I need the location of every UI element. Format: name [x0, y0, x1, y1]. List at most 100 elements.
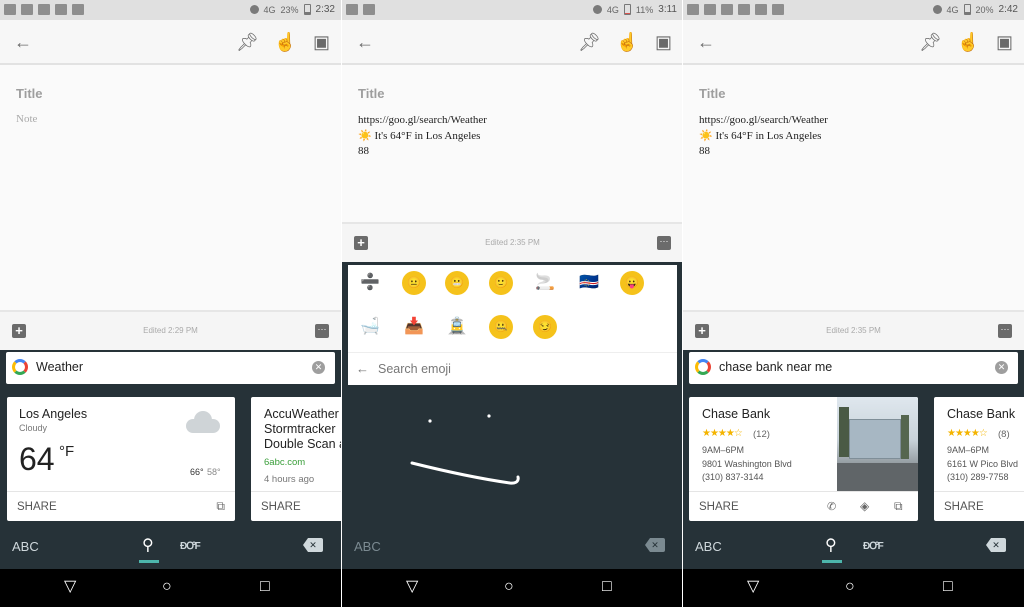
note-title-input[interactable]: Title	[358, 86, 385, 101]
edited-timestamp: Edited 2:29 PM	[143, 326, 198, 335]
reminder-icon[interactable]: ☝	[957, 32, 979, 52]
weather-temp: 64	[19, 441, 55, 477]
note-line-number: 88	[358, 145, 369, 157]
abc-button[interactable]: ABC	[695, 539, 722, 554]
abc-button[interactable]: ABC	[12, 539, 39, 554]
weather-condition: Cloudy	[19, 423, 48, 433]
handwriting-canvas[interactable]	[342, 387, 683, 527]
emoji-smirk[interactable]: 😏	[533, 315, 557, 339]
news-card[interactable]: AccuWeather Stormtracker Double Scan a 6…	[251, 397, 341, 521]
archive-icon[interactable]: ▣	[996, 32, 1013, 52]
recents-nav-icon[interactable]: □	[602, 578, 612, 596]
search-query[interactable]: chase bank near me	[719, 360, 832, 374]
bank-card[interactable]: Chase Bank ★★★★☆ (8) 9AM–6PM 6161 W Pico…	[934, 397, 1024, 521]
emoji-zipper-mouth[interactable]: 🤐	[489, 315, 513, 339]
back-nav-icon[interactable]: ▽	[406, 578, 418, 596]
home-nav-icon[interactable]: ○	[845, 578, 855, 596]
emoji-search-field[interactable]: ← Search emoji	[348, 352, 677, 385]
clock: 2:42	[998, 4, 1018, 15]
share-row: SHARE	[934, 491, 1024, 521]
pin-icon[interactable]: 📌︎	[236, 32, 259, 52]
emoji-tram[interactable]: 🚊	[445, 315, 469, 339]
emoji-tongue-out[interactable]: 😛	[620, 271, 644, 295]
back-arrow-icon[interactable]: ←	[14, 32, 32, 52]
hotspot-icon	[363, 4, 375, 15]
note-title-input[interactable]: Title	[16, 86, 43, 101]
emoji-inbox-tray[interactable]: 📥	[402, 315, 426, 339]
share-button[interactable]: SHARE	[699, 501, 739, 513]
emoji-divide[interactable]: ➗	[358, 271, 382, 295]
reminder-icon[interactable]: ☝	[274, 32, 296, 52]
note-bottom-bar: + Edited 2:35 PM ···	[342, 222, 683, 262]
emoji-bathtub[interactable]: 🛁	[358, 315, 382, 339]
google-search-box[interactable]: Weather ✕	[6, 352, 335, 384]
emoji-flag-cape-verde[interactable]: 🇨🇻	[577, 271, 601, 295]
home-nav-icon[interactable]: ○	[162, 578, 172, 596]
more-icon[interactable]: ···	[998, 324, 1012, 338]
archive-icon[interactable]: ▣	[655, 32, 672, 52]
phone-icon[interactable]: ✆	[827, 500, 836, 513]
back-arrow-icon[interactable]: ←	[697, 32, 715, 52]
clear-icon[interactable]: ✕	[995, 361, 1008, 374]
emoji-smoking[interactable]: 🚬	[533, 271, 557, 295]
note-body-input[interactable]: https://goo.gl/search/Weather ☀️ It's 64…	[358, 113, 487, 160]
weather-card[interactable]: Los Angeles Cloudy 64 °F 66° 58° SHARE ⧉	[7, 397, 235, 521]
recents-nav-icon[interactable]: □	[943, 578, 953, 596]
abc-button[interactable]: ABC	[354, 539, 381, 554]
reminder-icon[interactable]: ☝	[616, 32, 638, 52]
note-bottom-bar: + Edited 2:35 PM ···	[683, 310, 1024, 350]
back-arrow-icon[interactable]: ←	[356, 361, 369, 376]
bank-hours: 9AM–6PM	[702, 445, 745, 455]
review-count: (8)	[998, 429, 1010, 440]
emoji-gif-button[interactable]: ĐꝌF	[863, 538, 884, 552]
open-external-icon[interactable]: ⧉	[894, 499, 903, 514]
directions-icon[interactable]: ◈	[860, 499, 869, 513]
news-title-line1: AccuWeather	[264, 407, 339, 421]
share-button[interactable]: SHARE	[261, 501, 301, 513]
emoji-slight-smile[interactable]: 🙂	[489, 271, 513, 295]
back-arrow-icon[interactable]: ←	[356, 32, 374, 52]
note-body-input[interactable]: Note	[16, 113, 37, 125]
emoji-neutral-face[interactable]: 😐	[402, 271, 426, 295]
battery-percent: 11%	[635, 4, 654, 15]
pin-icon[interactable]: 📌︎	[578, 32, 601, 52]
search-icon[interactable]: ⚲	[142, 535, 154, 555]
google-g-icon	[12, 359, 28, 375]
image-icon	[55, 4, 67, 15]
share-button[interactable]: SHARE	[17, 501, 57, 513]
notification-icons	[346, 4, 375, 15]
edited-timestamp: Edited 2:35 PM	[485, 238, 540, 247]
search-query[interactable]: Weather	[36, 360, 83, 374]
google-search-box[interactable]: chase bank near me ✕	[689, 352, 1018, 384]
backspace-icon[interactable]: ✕	[645, 538, 665, 552]
bank-card[interactable]: Chase Bank ★★★★☆ (12) 9AM–6PM 9801 Washi…	[689, 397, 918, 521]
keyboard-bottom-row: ABC ✕	[342, 525, 683, 569]
weather-city: Los Angeles	[19, 407, 88, 421]
archive-icon[interactable]: ▣	[313, 32, 330, 52]
note-body-input[interactable]: https://goo.gl/search/Weather ☀️ It's 64…	[699, 113, 828, 160]
clear-icon[interactable]: ✕	[312, 361, 325, 374]
more-icon[interactable]: ···	[657, 236, 671, 250]
backspace-icon[interactable]: ✕	[986, 538, 1006, 552]
search-icon[interactable]: ⚲	[825, 535, 837, 555]
back-nav-icon[interactable]: ▽	[747, 578, 759, 596]
note-title-input[interactable]: Title	[699, 86, 726, 101]
pin-icon[interactable]: 📌︎	[919, 32, 942, 52]
emoji-gif-button[interactable]: ĐꝌF	[180, 538, 201, 552]
emoji-search-placeholder: Search emoji	[378, 362, 451, 376]
open-external-icon[interactable]: ⧉	[216, 499, 225, 514]
back-nav-icon[interactable]: ▽	[64, 578, 76, 596]
backspace-icon[interactable]: ✕	[303, 538, 323, 552]
image-icon	[738, 4, 750, 15]
active-tab-indicator	[139, 560, 159, 563]
google-g-icon	[695, 359, 711, 375]
more-icon[interactable]: ···	[315, 324, 329, 338]
share-button[interactable]: SHARE	[944, 501, 984, 513]
recents-nav-icon[interactable]: □	[260, 578, 270, 596]
twitter-icon	[721, 4, 733, 15]
home-nav-icon[interactable]: ○	[504, 578, 514, 596]
dnd-icon	[249, 5, 259, 14]
emoji-grimacing[interactable]: 😬	[445, 271, 469, 295]
gmail-icon	[704, 4, 716, 15]
share-row: SHARE	[251, 491, 341, 521]
